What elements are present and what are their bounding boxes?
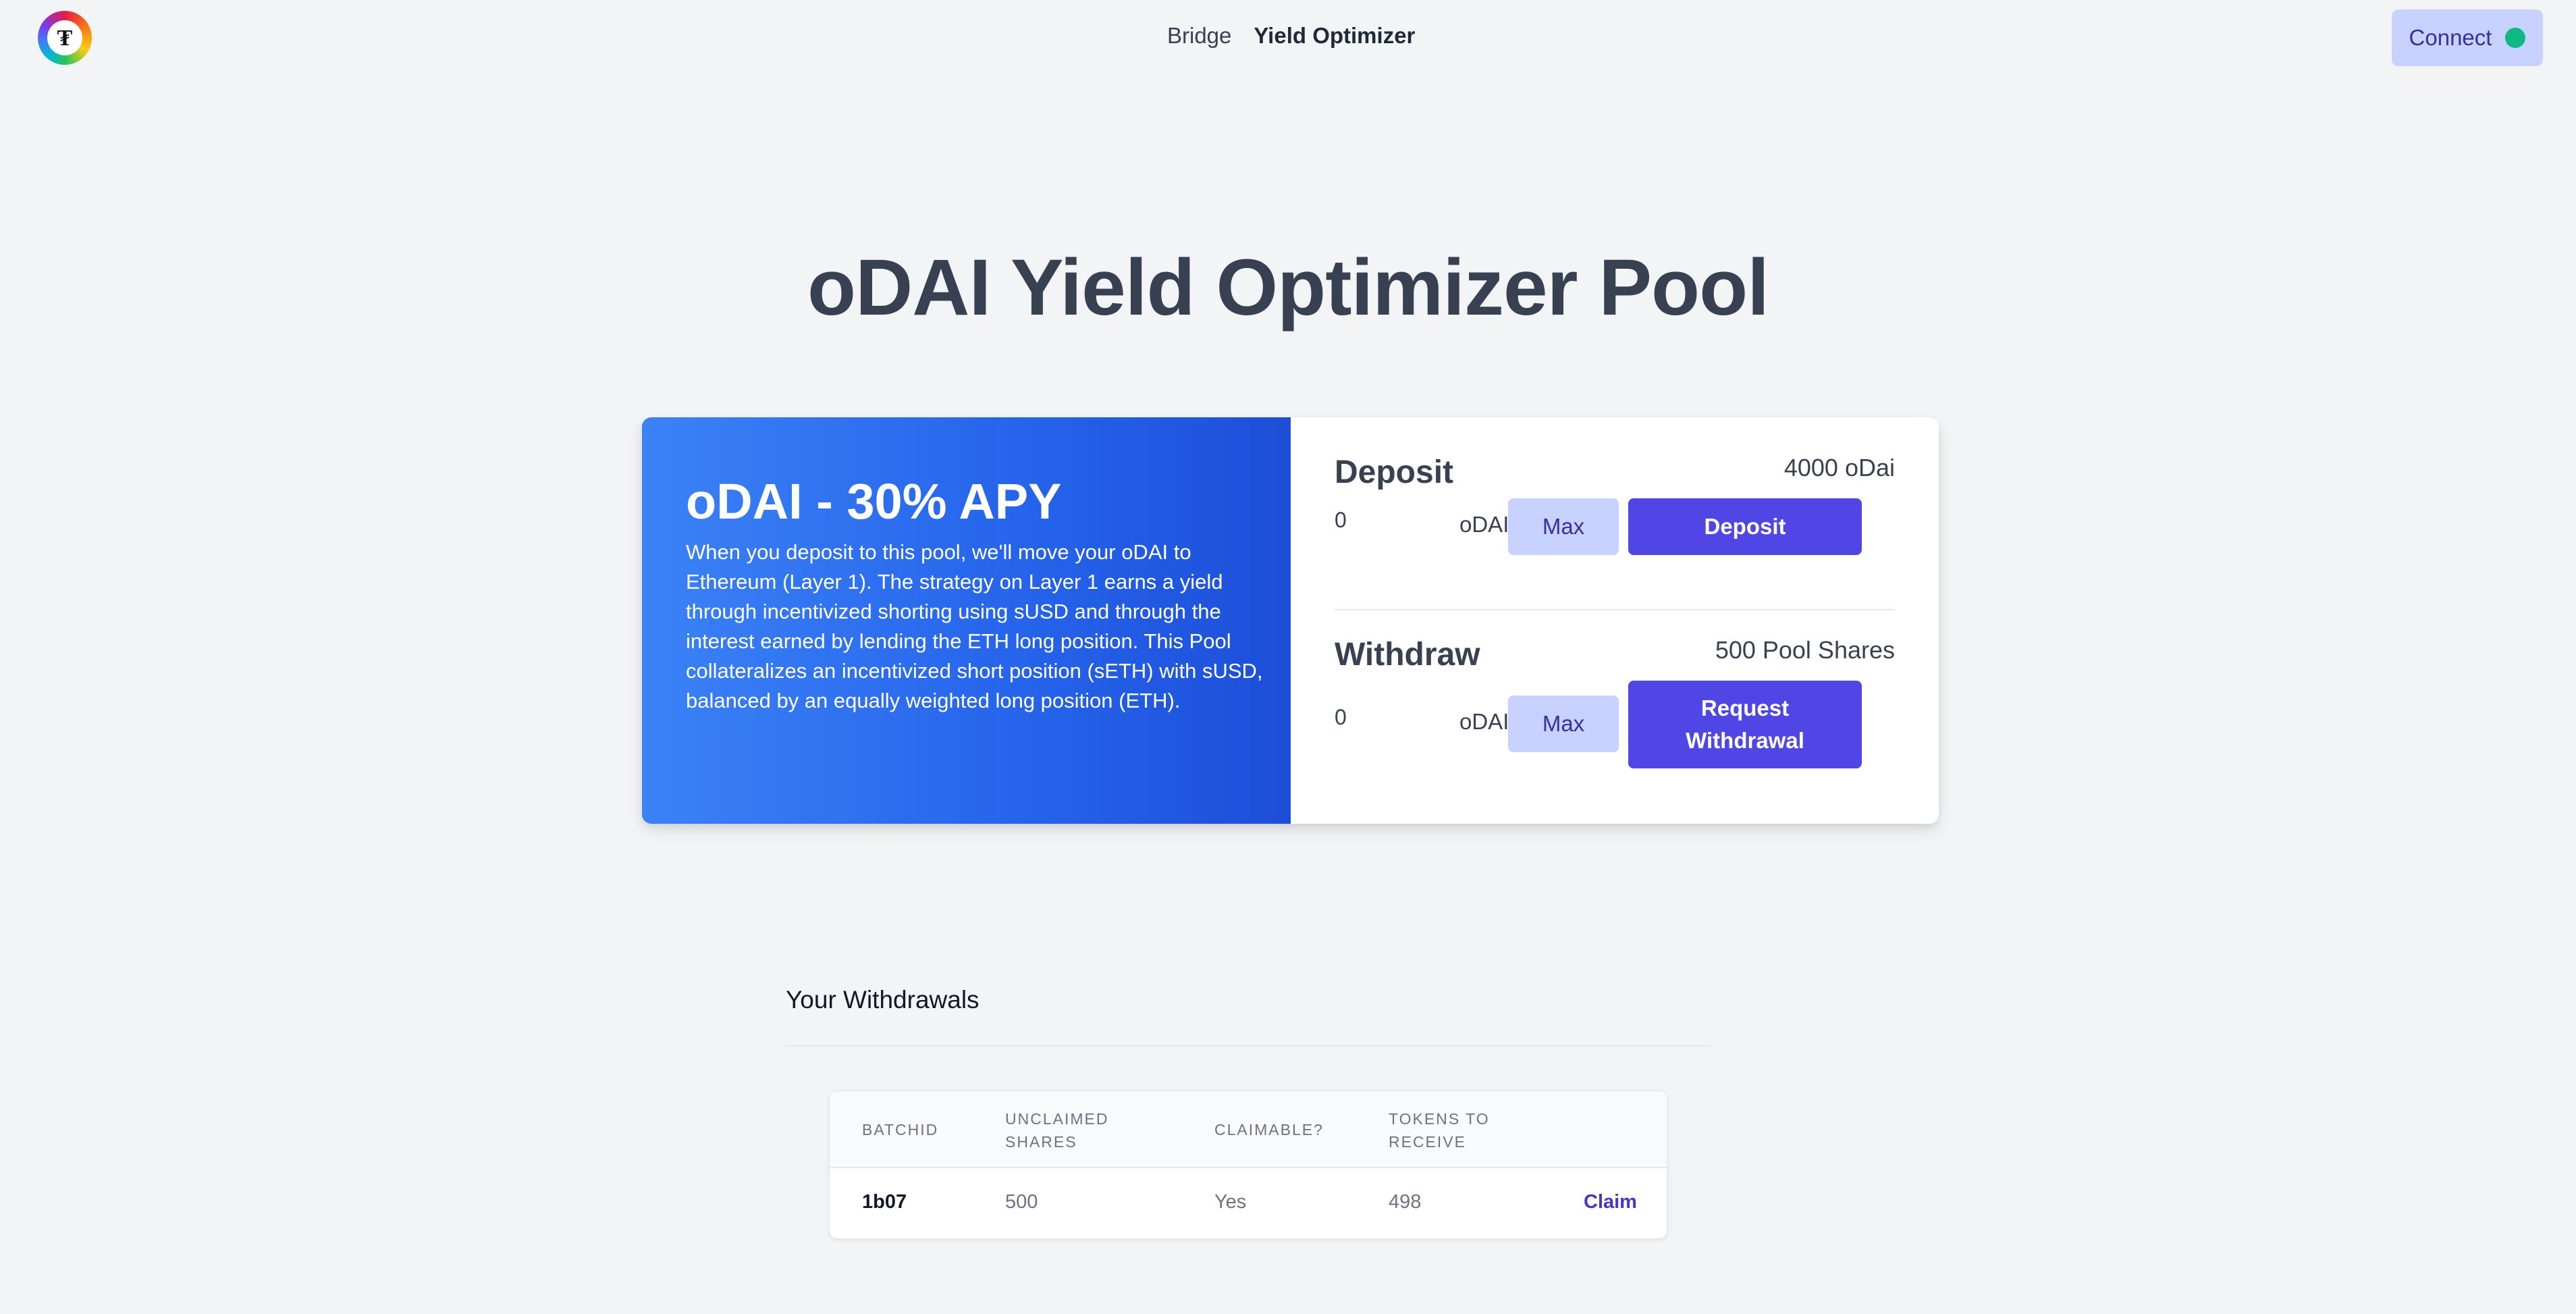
connection-status-icon xyxy=(2505,28,2526,48)
withdraw-amount-input[interactable] xyxy=(1324,697,1447,737)
deposit-unit: oDAI xyxy=(1459,512,1509,537)
deposit-balance: 4000 oDai xyxy=(1783,454,1895,481)
app-logo[interactable]: ₮ xyxy=(38,11,92,65)
column-header-unclaimed-shares: Unclaimed Shares xyxy=(1005,1110,1109,1151)
pool-actions-panel: Deposit 4000 oDai oDAI Max Deposit Withd… xyxy=(1291,417,1939,824)
table-header: BatchID Unclaimed Shares Claimable? Toke… xyxy=(830,1091,1667,1168)
connect-label: Connect xyxy=(2409,25,2492,50)
nav-item-yield-optimizer[interactable]: Yield Optimizer xyxy=(1254,23,1415,49)
deposit-button[interactable]: Deposit xyxy=(1628,498,1862,555)
pool-description: When you deposit to this pool, we'll mov… xyxy=(686,540,1263,712)
withdrawals-table: BatchID Unclaimed Shares Claimable? Toke… xyxy=(829,1090,1667,1239)
cell-claimable: Yes xyxy=(1214,1191,1247,1213)
top-nav: Bridge Yield Optimizer xyxy=(1167,23,1415,49)
pool-info-panel: oDAI - 30% APY When you deposit to this … xyxy=(642,417,1291,824)
connect-button[interactable]: Connect xyxy=(2392,9,2543,66)
column-header-tokens-to-receive: Tokens to Receive xyxy=(1389,1110,1490,1151)
nav-item-bridge[interactable]: Bridge xyxy=(1167,23,1231,49)
pool-title: oDAI - 30% APY xyxy=(686,473,1062,529)
request-withdrawal-button[interactable]: Request Withdrawal xyxy=(1628,681,1862,768)
deposit-max-button[interactable]: Max xyxy=(1508,498,1619,555)
page-title: oDAI Yield Optimizer Pool xyxy=(807,243,1769,332)
section-divider xyxy=(1335,609,1895,610)
withdraw-balance: 500 Pool Shares xyxy=(1715,636,1895,664)
logo-glyph: ₮ xyxy=(47,20,82,55)
pool-card: oDAI - 30% APY When you deposit to this … xyxy=(642,417,1939,824)
withdrawals-divider xyxy=(786,1045,1711,1047)
cell-batch-id: 1b07 xyxy=(862,1191,907,1213)
withdraw-max-button[interactable]: Max xyxy=(1508,695,1619,752)
claim-link[interactable]: Claim xyxy=(1584,1191,1637,1213)
withdraw-title: Withdraw xyxy=(1335,637,1480,673)
withdraw-unit: oDAI xyxy=(1459,709,1509,734)
column-header-claimable: Claimable? xyxy=(1214,1121,1324,1138)
cell-tokens-to-receive: 498 xyxy=(1389,1191,1422,1213)
withdrawals-title: Your Withdrawals xyxy=(786,986,980,1014)
column-header-batchid: BatchID xyxy=(862,1121,939,1138)
deposit-amount-input[interactable] xyxy=(1324,500,1447,540)
cell-unclaimed-shares: 500 xyxy=(1005,1191,1038,1213)
deposit-title: Deposit xyxy=(1335,454,1454,490)
